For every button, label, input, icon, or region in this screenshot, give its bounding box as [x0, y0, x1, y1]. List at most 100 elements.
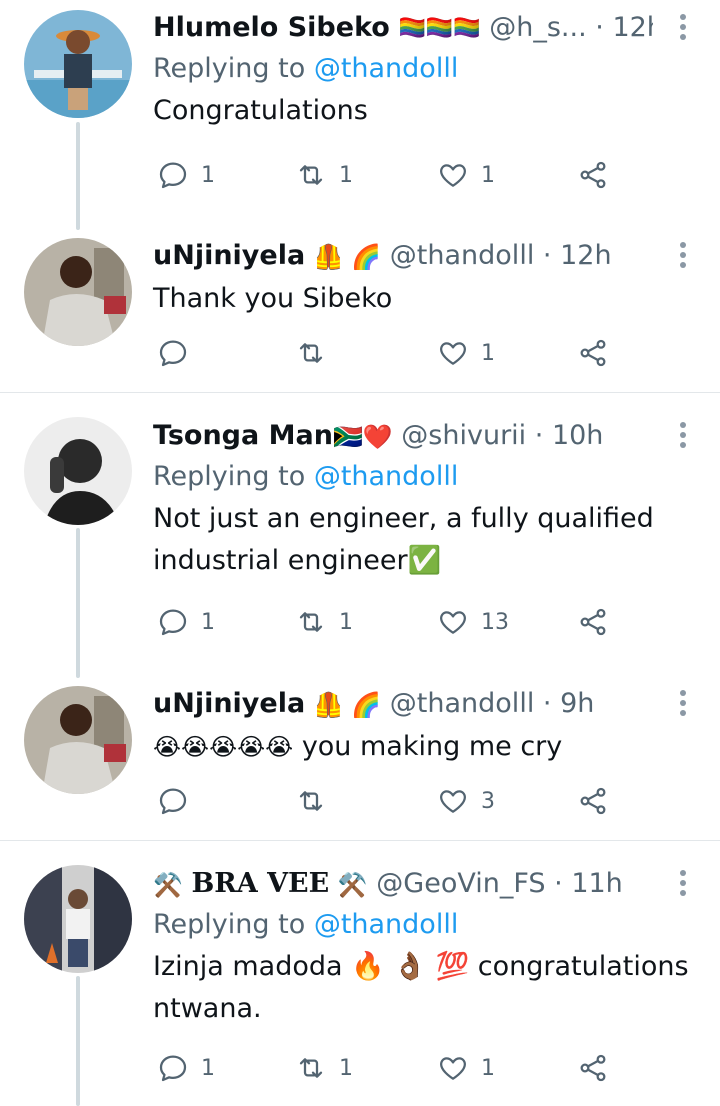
more-icon[interactable] — [678, 422, 688, 452]
heart-icon — [440, 790, 466, 813]
user-handle[interactable]: @h_s... — [489, 12, 586, 43]
name-badges: 🇿🇦❤️ — [332, 422, 393, 451]
like-count: 1 — [481, 340, 495, 366]
like-count: 1 — [481, 162, 495, 188]
reply-button[interactable] — [157, 781, 201, 821]
reply-button[interactable] — [157, 333, 201, 373]
like-button[interactable]: 1 — [437, 155, 495, 195]
heart-icon — [440, 611, 466, 634]
tweet[interactable]: Tsonga Man🇿🇦❤️ @shivurii · 10h Replying … — [0, 400, 720, 678]
timestamp[interactable]: 10h — [552, 420, 603, 451]
like-button[interactable]: 1 — [437, 333, 495, 373]
tweet-text-line: ntwana. — [153, 993, 262, 1024]
avatar[interactable] — [24, 686, 132, 794]
hammer-pick-icon: ⚒️ — [337, 870, 368, 899]
retweet-icon — [299, 612, 323, 632]
flag-badges: 🏳️‍🌈🏳️‍🌈🏳️‍🌈 — [398, 15, 481, 41]
like-count: 3 — [481, 788, 495, 814]
like-count: 1 — [481, 1055, 495, 1081]
tweet-text: Thank you Sibeko — [153, 283, 393, 314]
tweet[interactable]: ⚒️ BRA VEE ⚒️ @GeoVin_FS · 11h Replying … — [0, 848, 720, 1106]
retweet-button[interactable]: 1 — [295, 1048, 353, 1088]
display-name[interactable]: Hlumelo Sibeko — [153, 12, 390, 43]
tweet-header: Tsonga Man🇿🇦❤️ @shivurii · 10h — [153, 418, 653, 454]
retweet-button[interactable]: 1 — [295, 602, 353, 642]
share-button[interactable] — [577, 602, 609, 642]
retweet-count: 1 — [339, 162, 353, 188]
thread-line — [76, 976, 80, 1106]
more-icon[interactable] — [678, 690, 688, 720]
divider — [0, 840, 720, 841]
reply-button[interactable]: 1 — [157, 155, 215, 195]
reply-count: 1 — [201, 609, 215, 635]
tweet[interactable]: uNjiniyela 🦺 🌈 @thandolll · 12h Thank yo… — [0, 230, 720, 392]
retweet-count: 1 — [339, 609, 353, 635]
avatar[interactable] — [24, 10, 132, 118]
mention-link[interactable]: @thandolll — [314, 53, 459, 84]
display-name[interactable]: uNjiniyela — [153, 688, 305, 719]
retweet-icon — [299, 343, 323, 363]
like-count: 13 — [481, 609, 509, 635]
tweet-header: Hlumelo Sibeko 🏳️‍🌈🏳️‍🌈🏳️‍🌈 @h_s... · 12… — [153, 10, 653, 46]
hammer-pick-icon: ⚒️ — [153, 870, 183, 899]
retweet-icon — [299, 791, 323, 811]
reply-button[interactable]: 1 — [157, 1048, 215, 1088]
display-name[interactable]: Tsonga Man — [153, 420, 333, 451]
tweet-text: 😭😭😭😭😭 you making me cry — [153, 726, 720, 768]
share-button[interactable] — [577, 155, 609, 195]
more-icon[interactable] — [678, 14, 688, 44]
like-button[interactable]: 3 — [437, 781, 495, 821]
more-icon[interactable] — [678, 242, 688, 272]
separator-dot: · — [554, 868, 563, 899]
like-button[interactable]: 13 — [437, 602, 509, 642]
tweet-text-line: industrial engineer✅ — [153, 545, 442, 576]
tweet[interactable]: Hlumelo Sibeko 🏳️‍🌈🏳️‍🌈🏳️‍🌈 @h_s... · 12… — [0, 0, 720, 230]
share-button[interactable] — [577, 781, 609, 821]
reply-button[interactable]: 1 — [157, 602, 215, 642]
user-handle[interactable]: @thandolll — [390, 688, 535, 719]
reply-icon — [159, 788, 187, 815]
tweet-header: ⚒️ BRA VEE ⚒️ @GeoVin_FS · 11h — [153, 866, 653, 902]
divider — [0, 392, 720, 393]
mention-link[interactable]: @thandolll — [314, 461, 459, 492]
separator-dot: · — [542, 240, 552, 271]
timestamp[interactable]: 12h — [560, 240, 611, 271]
retweet-button[interactable]: 1 — [295, 155, 353, 195]
retweet-button[interactable] — [295, 781, 339, 821]
avatar[interactable] — [24, 865, 132, 973]
user-handle[interactable]: @GeoVin_FS — [376, 868, 545, 899]
retweet-button[interactable] — [295, 333, 339, 373]
like-button[interactable]: 1 — [437, 1048, 495, 1088]
separator-dot: · — [534, 420, 544, 451]
replying-label: Replying to — [153, 53, 306, 84]
heart-icon — [440, 1057, 466, 1080]
timestamp[interactable]: 9h — [560, 688, 594, 719]
replying-label: Replying to — [153, 909, 306, 940]
timestamp[interactable]: 11h — [571, 868, 622, 899]
share-button[interactable] — [577, 1048, 609, 1088]
user-handle[interactable]: @thandolll — [390, 240, 535, 271]
separator-dot: · — [542, 688, 552, 719]
share-button[interactable] — [577, 333, 609, 373]
heart-icon — [440, 342, 466, 365]
tweet[interactable]: uNjiniyela 🦺 🌈 @thandolll · 9h 😭😭😭😭😭 you… — [0, 678, 720, 840]
reply-count: 1 — [201, 162, 215, 188]
tweet-header: uNjiniyela 🦺 🌈 @thandolll · 12h — [153, 238, 653, 274]
replying-to: Replying to @thandolll — [153, 458, 720, 496]
thread-line — [76, 528, 80, 678]
tweet-header: uNjiniyela 🦺 🌈 @thandolll · 9h — [153, 686, 653, 722]
tweet-actions: 3 — [153, 781, 623, 821]
mention-link[interactable]: @thandolll — [314, 909, 459, 940]
avatar[interactable] — [24, 417, 132, 525]
tweet-actions: 1 1 13 — [153, 602, 623, 642]
display-name[interactable]: uNjiniyela — [153, 240, 305, 271]
user-handle[interactable]: @shivurii — [401, 420, 526, 451]
reply-icon — [159, 340, 187, 367]
display-name[interactable]: BRA VEE — [191, 868, 329, 899]
timestamp[interactable]: 12h — [612, 12, 653, 43]
more-icon[interactable] — [678, 870, 688, 900]
reply-icon — [159, 162, 187, 189]
retweet-icon — [299, 165, 323, 185]
share-icon — [580, 161, 606, 189]
avatar[interactable] — [24, 238, 132, 346]
